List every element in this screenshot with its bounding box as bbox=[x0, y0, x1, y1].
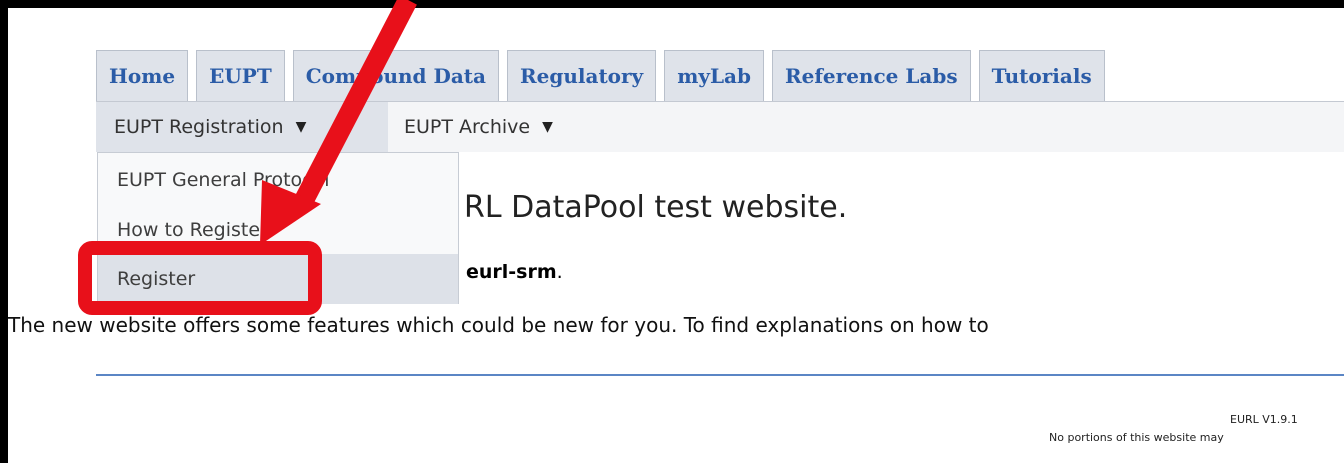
content-divider bbox=[96, 374, 1344, 376]
chevron-down-icon: ▼ bbox=[295, 119, 307, 135]
eupt-registration-dropdown: EUPT General Protocol How to Register Re… bbox=[97, 152, 459, 304]
tab-regulatory[interactable]: Regulatory bbox=[507, 50, 657, 101]
tab-home[interactable]: Home bbox=[96, 50, 189, 101]
tab-tutorials[interactable]: Tutorials bbox=[978, 50, 1105, 101]
chevron-down-icon: ▼ bbox=[542, 119, 553, 135]
tab-reference-labs-label: Reference Labs bbox=[784, 64, 958, 88]
tab-mylab-label: myLab bbox=[677, 64, 751, 88]
version-label: EURL V1.9.1 bbox=[1230, 413, 1298, 426]
user-line: eurl-srm. bbox=[466, 261, 563, 283]
page-heading: RL DataPool test website. bbox=[464, 190, 848, 225]
menu-item-eupt-general-protocol[interactable]: EUPT General Protocol bbox=[98, 155, 458, 205]
sub-navigation: EUPT Registration ▼ EUPT Archive ▼ bbox=[96, 102, 1344, 152]
subnav-eupt-registration[interactable]: EUPT Registration ▼ bbox=[96, 102, 388, 152]
tab-eupt[interactable]: EUPT bbox=[196, 50, 285, 101]
menu-item-label: Register bbox=[117, 268, 196, 290]
tab-reference-labs[interactable]: Reference Labs bbox=[771, 50, 971, 101]
menu-item-label: EUPT General Protocol bbox=[117, 169, 330, 191]
tab-mylab[interactable]: myLab bbox=[664, 50, 764, 101]
username: eurl-srm bbox=[466, 261, 557, 283]
menu-item-register[interactable]: Register bbox=[98, 254, 458, 304]
tab-compound-data[interactable]: Compound Data bbox=[292, 50, 500, 101]
subnav-eupt-archive-label: EUPT Archive bbox=[404, 116, 531, 138]
disclaimer-text: No portions of this website may bbox=[1049, 431, 1224, 444]
subnav-eupt-registration-label: EUPT Registration bbox=[114, 116, 284, 138]
subnav-eupt-archive[interactable]: EUPT Archive ▼ bbox=[404, 102, 553, 152]
tab-compound-data-label: Compound Data bbox=[305, 64, 487, 88]
tab-tutorials-label: Tutorials bbox=[991, 64, 1092, 88]
user-line-suffix: . bbox=[556, 261, 563, 283]
main-tabs: Home EUPT Compound Data Regulatory myLab… bbox=[96, 50, 1105, 102]
tab-regulatory-label: Regulatory bbox=[520, 64, 644, 88]
menu-item-how-to-register[interactable]: How to Register bbox=[98, 205, 458, 255]
menu-item-label: How to Register bbox=[117, 219, 268, 241]
tab-home-label: Home bbox=[109, 64, 176, 88]
intro-text: The new website offers some features whi… bbox=[8, 313, 989, 337]
tab-eupt-label: EUPT bbox=[209, 64, 272, 88]
